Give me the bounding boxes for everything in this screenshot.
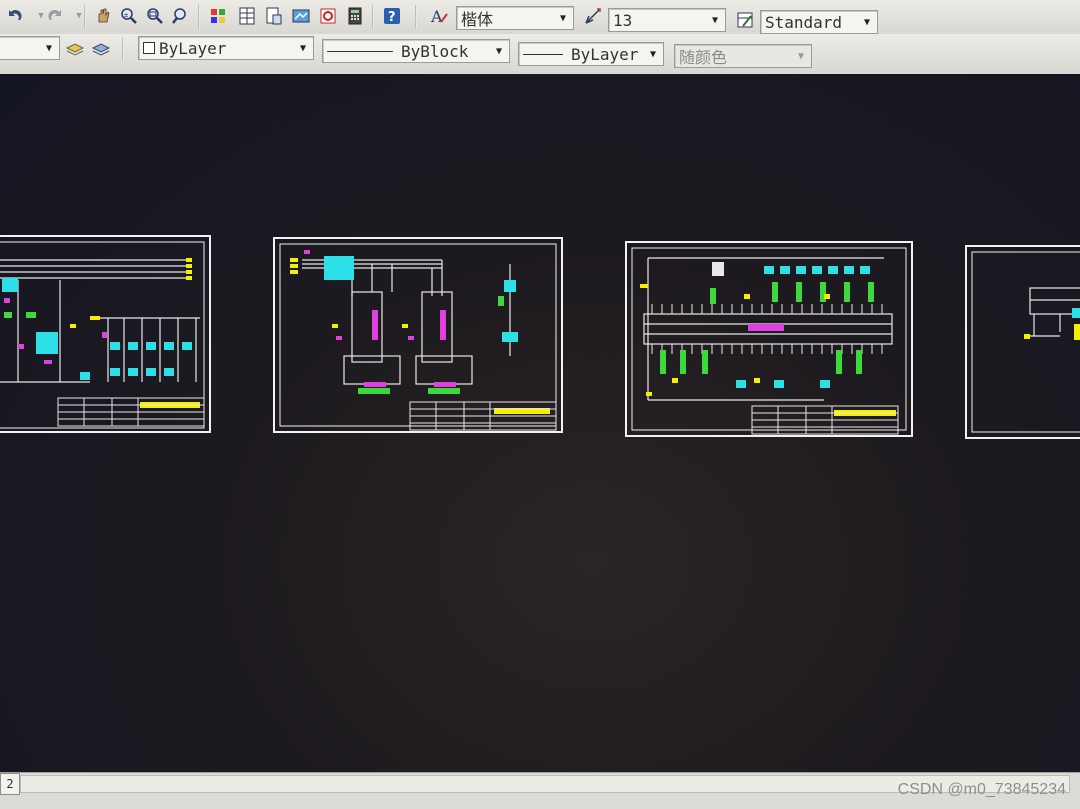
layout-tab[interactable]: 2 bbox=[0, 773, 20, 795]
drawing-sheet-1[interactable] bbox=[0, 232, 214, 434]
linetype-preview bbox=[327, 50, 393, 52]
text-style-icon[interactable]: A bbox=[428, 5, 450, 27]
standard-toolbar: ▼ ▼ ± ? A 楷体 ▼ 13 ▼ Standard ▼ bbox=[0, 0, 1080, 35]
drawing-sheet-3[interactable] bbox=[624, 240, 916, 438]
font-combo[interactable]: 楷体 ▼ bbox=[456, 6, 574, 30]
drawing-sheet-2[interactable] bbox=[272, 236, 564, 434]
redo-icon[interactable] bbox=[44, 5, 66, 27]
layer-combo[interactable]: ▼ bbox=[0, 36, 60, 60]
dim-style-icon[interactable] bbox=[582, 5, 604, 27]
lineweight-preview bbox=[523, 53, 563, 55]
markup-icon[interactable] bbox=[290, 5, 312, 27]
model-space-canvas[interactable] bbox=[0, 74, 1080, 772]
tool-palettes-icon[interactable] bbox=[263, 5, 285, 27]
zoom-window-icon[interactable] bbox=[144, 5, 166, 27]
svg-text:?: ? bbox=[388, 10, 396, 25]
properties-icon[interactable] bbox=[208, 5, 230, 27]
table-style-icon[interactable] bbox=[734, 9, 756, 31]
linetype-combo[interactable]: ByBlock ▼ bbox=[322, 39, 510, 63]
size-combo[interactable]: 13 ▼ bbox=[608, 8, 726, 32]
chevron-down-icon: ▼ bbox=[797, 50, 805, 62]
zoom-realtime-icon[interactable]: ± bbox=[118, 5, 140, 27]
plotstyle-combo-value: 随颜色 bbox=[679, 48, 728, 67]
chevron-down-icon[interactable]: ▼ bbox=[39, 37, 59, 59]
color-swatch-icon bbox=[143, 42, 155, 54]
calculator-icon[interactable] bbox=[344, 5, 366, 27]
redo-dropdown-icon[interactable]: ▼ bbox=[68, 5, 90, 27]
linetype-combo-value: ByBlock bbox=[401, 41, 469, 61]
lineweight-combo[interactable]: ByLayer ▼ bbox=[518, 42, 664, 66]
layer-previous-icon[interactable] bbox=[90, 37, 112, 59]
toolbar-separator bbox=[198, 5, 200, 29]
toolbar-separator bbox=[372, 5, 374, 29]
table-style-combo-value: Standard bbox=[765, 12, 843, 32]
status-bar: 2 CSDN @m0_73845234 bbox=[0, 772, 1080, 809]
svg-text:±: ± bbox=[124, 11, 128, 19]
chevron-down-icon[interactable]: ▼ bbox=[705, 9, 725, 31]
pan-icon[interactable] bbox=[92, 5, 114, 27]
toolbar-separator bbox=[415, 5, 417, 29]
toolbar-separator bbox=[84, 5, 86, 29]
color-combo[interactable]: ByLayer ▼ bbox=[138, 36, 314, 60]
design-center-icon[interactable] bbox=[236, 5, 258, 27]
plotstyle-combo: 随颜色 ▼ bbox=[674, 44, 812, 68]
color-combo-value: ByLayer bbox=[159, 38, 227, 58]
help-icon[interactable]: ? bbox=[381, 5, 403, 27]
zoom-previous-icon[interactable] bbox=[170, 5, 192, 27]
chevron-down-icon[interactable]: ▼ bbox=[643, 43, 663, 65]
chevron-down-icon[interactable]: ▼ bbox=[553, 7, 573, 29]
undo-icon[interactable] bbox=[4, 5, 26, 27]
layer-state-icon[interactable] bbox=[64, 37, 86, 59]
chevron-down-icon[interactable]: ▼ bbox=[489, 40, 509, 62]
size-combo-value: 13 bbox=[613, 10, 633, 30]
watermark-text: CSDN @m0_73845234 bbox=[897, 781, 1066, 798]
lineweight-combo-value: ByLayer bbox=[571, 44, 639, 64]
table-style-combo[interactable]: Standard ▼ bbox=[760, 10, 878, 34]
chevron-down-icon[interactable]: ▼ bbox=[293, 37, 313, 59]
dbconnect-icon[interactable] bbox=[317, 5, 339, 27]
chevron-down-icon[interactable]: ▼ bbox=[857, 11, 877, 33]
svg-text:A: A bbox=[430, 7, 443, 26]
toolbar-separator bbox=[122, 37, 124, 61]
drawing-sheet-4[interactable] bbox=[964, 244, 1080, 440]
font-combo-value: 楷体 bbox=[461, 10, 494, 29]
properties-toolbar: ▼ ByLayer ▼ ByBlock ▼ ByLayer ▼ 随颜色 ▼ bbox=[0, 34, 1080, 75]
